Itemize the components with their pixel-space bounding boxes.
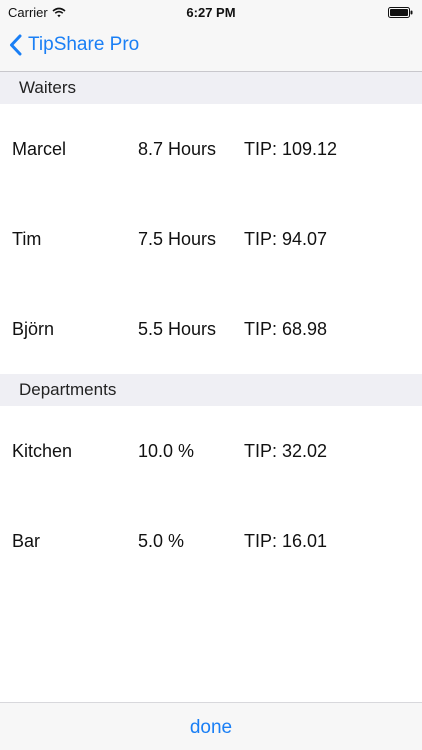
row-tip: TIP: 16.01 <box>244 531 328 551</box>
list-item[interactable]: Kitchen 10.0 % TIP: 32.02 <box>0 406 422 496</box>
navigation-bar: TipShare Pro <box>0 24 422 72</box>
row-tip: TIP: 109.12 <box>244 139 338 159</box>
battery-icon <box>388 7 413 18</box>
row-percentage: 10.0 % <box>138 441 195 461</box>
row-name: Tim <box>12 229 42 249</box>
row-tip: TIP: 32.02 <box>244 441 328 461</box>
row-name: Marcel <box>12 139 67 159</box>
list-item[interactable]: Bar 5.0 % TIP: 16.01 <box>0 496 422 586</box>
back-button-label: TipShare Pro <box>28 34 140 55</box>
status-time: 6:27 PM <box>186 5 236 20</box>
back-button[interactable]: TipShare Pro <box>9 34 139 56</box>
row-name: Kitchen <box>12 441 73 461</box>
list-item[interactable]: Björn 5.5 Hours TIP: 68.98 <box>0 284 422 374</box>
chevron-left-icon <box>10 34 22 56</box>
done-button[interactable]: done <box>0 703 422 750</box>
section-header-departments: Departments <box>0 374 422 406</box>
row-name: Bar <box>12 531 41 551</box>
row-tip: TIP: 68.98 <box>244 319 328 339</box>
row-name: Björn <box>12 319 55 339</box>
bottom-toolbar: done <box>0 702 422 750</box>
list-item[interactable]: Marcel 8.7 Hours TIP: 109.12 <box>0 104 422 194</box>
row-hours: 7.5 Hours <box>138 229 217 249</box>
row-hours: 8.7 Hours <box>138 139 217 159</box>
list-item[interactable]: Tim 7.5 Hours TIP: 94.07 <box>0 194 422 284</box>
section-header-waiters: Waiters <box>0 72 422 104</box>
status-bar: Carrier 6:27 PM <box>0 0 422 24</box>
row-hours: 5.5 Hours <box>138 319 217 339</box>
tipshare-screen: Carrier 6:27 PM TipShare Pro Waiters Mar… <box>0 0 422 750</box>
row-percentage: 5.0 % <box>138 531 185 551</box>
row-tip: TIP: 94.07 <box>244 229 328 249</box>
